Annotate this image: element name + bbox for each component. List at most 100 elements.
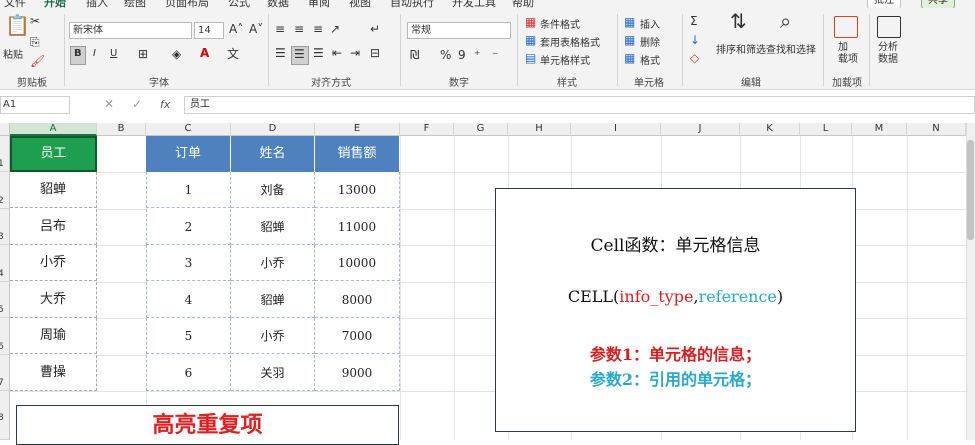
align-bottom-icon[interactable]: ≡ <box>313 22 323 36</box>
analyze-data-icon[interactable] <box>877 16 901 38</box>
wrap-text-icon[interactable]: ↵ <box>370 22 380 36</box>
tab-formulas[interactable]: 公式 <box>228 0 250 8</box>
number-format-dropdown[interactable]: 常规 <box>407 22 511 39</box>
row-header-8[interactable]: 8 <box>0 391 10 440</box>
cell-a1-selected[interactable]: 员工 <box>10 136 97 172</box>
row-header-4[interactable]: 4 <box>0 245 10 282</box>
table-cell[interactable]: 小乔 <box>231 318 315 354</box>
cell-styles-button[interactable]: 单元格样式 <box>540 52 590 67</box>
copy-icon[interactable]: ⎘ <box>30 35 40 49</box>
comment-button[interactable]: 批注 <box>867 0 901 8</box>
table-cell[interactable]: 13000 <box>315 172 400 208</box>
tab-page-layout[interactable]: 页面布局 <box>165 0 209 8</box>
row-header-5[interactable]: 5 <box>0 282 10 318</box>
fill-icon[interactable]: ↓ <box>690 33 700 47</box>
column-header-k[interactable]: K <box>740 123 800 136</box>
table-header-order[interactable]: 订单 <box>146 136 231 172</box>
table-header-name[interactable]: 姓名 <box>231 136 315 172</box>
sort-filter-icon[interactable]: ⇅ <box>730 11 747 31</box>
sort-filter-button[interactable]: 排序和筛选 <box>716 41 766 56</box>
row-header-6[interactable]: 6 <box>0 318 10 355</box>
table-cell[interactable]: 9000 <box>315 355 400 391</box>
cell-a5[interactable]: 大乔 <box>10 282 97 318</box>
table-cell[interactable]: 5 <box>146 318 231 354</box>
comma-icon[interactable]: 9 <box>458 48 466 62</box>
align-right-icon[interactable]: ☰ <box>313 46 324 60</box>
row-header-2[interactable]: 2 <box>0 172 10 209</box>
formula-input[interactable]: 员工 <box>184 96 975 114</box>
tab-home[interactable]: 开始 <box>44 0 66 8</box>
tab-view[interactable]: 视图 <box>349 0 371 8</box>
analyze-data-button[interactable]: 分析 数据 <box>878 42 898 66</box>
cell-a2[interactable]: 貂蝉 <box>10 172 97 208</box>
row-header-1[interactable]: 1 <box>0 136 10 172</box>
table-cell[interactable]: 3 <box>146 245 231 281</box>
table-cell[interactable]: 2 <box>146 209 231 245</box>
cut-icon[interactable]: ✂ <box>30 14 40 28</box>
cell-a3[interactable]: 吕布 <box>10 209 97 245</box>
scrollbar-thumb[interactable] <box>967 140 974 240</box>
column-header-h[interactable]: H <box>508 123 571 136</box>
paste-icon[interactable]: 📋 <box>5 15 30 35</box>
conditional-format-button[interactable]: 条件格式 <box>540 16 580 31</box>
font-name-dropdown[interactable]: 新宋体 <box>69 22 192 39</box>
column-header-j[interactable]: J <box>661 123 740 136</box>
name-box[interactable]: A1 <box>0 96 70 114</box>
cancel-icon[interactable]: ✕ <box>104 97 114 111</box>
border-icon[interactable]: ⊞ <box>138 47 148 61</box>
clear-icon[interactable]: ◇ <box>690 51 699 65</box>
cell-a7[interactable]: 曹操 <box>10 355 97 391</box>
table-cell[interactable]: 1 <box>146 172 231 208</box>
tab-automate[interactable]: 自动执行 <box>390 0 434 8</box>
table-cell[interactable]: 貂蝉 <box>231 282 315 318</box>
table-cell[interactable]: 4 <box>146 282 231 318</box>
font-color-icon[interactable]: A <box>200 46 209 60</box>
tab-review[interactable]: 审阅 <box>308 0 330 8</box>
percent-icon[interactable]: % <box>440 48 451 62</box>
table-cell[interactable]: 6 <box>146 355 231 391</box>
addins-button[interactable]: 加 载项 <box>838 42 858 66</box>
insert-cells-button[interactable]: 插入 <box>640 16 660 31</box>
align-middle-icon[interactable]: ≡ <box>294 22 304 36</box>
column-header-g[interactable]: G <box>454 123 508 136</box>
enter-icon[interactable]: ✓ <box>132 97 142 111</box>
column-header-d[interactable]: D <box>231 123 315 136</box>
autosum-icon[interactable]: Σ <box>690 14 698 28</box>
row-header-7[interactable]: 7 <box>0 355 10 391</box>
tab-data[interactable]: 数据 <box>267 0 289 8</box>
font-size-dropdown[interactable]: 14 <box>194 22 224 39</box>
align-top-icon[interactable]: ≡ <box>275 22 285 36</box>
insert-function-icon[interactable]: fx <box>160 98 170 111</box>
cell-a4[interactable]: 小乔 <box>10 245 97 281</box>
decimal-decrease-icon[interactable]: ⁻ <box>492 48 498 62</box>
column-header-n[interactable]: N <box>907 123 966 136</box>
format-painter-icon[interactable]: 🖌 <box>30 54 45 68</box>
underline-button[interactable]: U <box>110 48 117 59</box>
table-header-sales[interactable]: 销售额 <box>315 136 400 172</box>
find-select-button[interactable]: 查找和选择 <box>766 41 816 56</box>
cell-function-textbox[interactable]: Cell函数：单元格信息 CELL(info_type,reference) 参… <box>495 188 856 432</box>
tab-file[interactable]: 文件 <box>4 0 26 8</box>
table-cell[interactable]: 貂蝉 <box>231 209 315 245</box>
orientation-icon[interactable]: ↗ <box>330 22 340 36</box>
decimal-increase-icon[interactable]: ⁺ <box>474 48 480 62</box>
table-cell[interactable]: 11000 <box>315 209 400 245</box>
format-table-button[interactable]: 套用表格格式 <box>540 34 600 49</box>
column-header-b[interactable]: B <box>97 123 146 136</box>
tab-draw[interactable]: 绘图 <box>124 0 146 8</box>
format-cells-button[interactable]: 格式 <box>640 52 660 67</box>
cell-a6[interactable]: 周瑜 <box>10 318 97 354</box>
decrease-indent-icon[interactable]: ⇤ <box>332 46 342 60</box>
decrease-font-icon[interactable]: A˅ <box>249 22 263 36</box>
find-select-icon[interactable]: ⌕ <box>780 11 791 31</box>
delete-cells-button[interactable]: 删除 <box>640 34 660 49</box>
increase-indent-icon[interactable]: ⇥ <box>350 46 360 60</box>
column-header-f[interactable]: F <box>400 123 454 136</box>
column-header-l[interactable]: L <box>800 123 852 136</box>
addins-icon[interactable] <box>834 16 858 38</box>
column-header-c[interactable]: C <box>146 123 231 136</box>
table-cell[interactable]: 刘备 <box>231 172 315 208</box>
share-button[interactable]: 共享 <box>921 0 955 8</box>
column-header-i[interactable]: I <box>571 123 661 136</box>
row-header-3[interactable]: 3 <box>0 209 10 245</box>
